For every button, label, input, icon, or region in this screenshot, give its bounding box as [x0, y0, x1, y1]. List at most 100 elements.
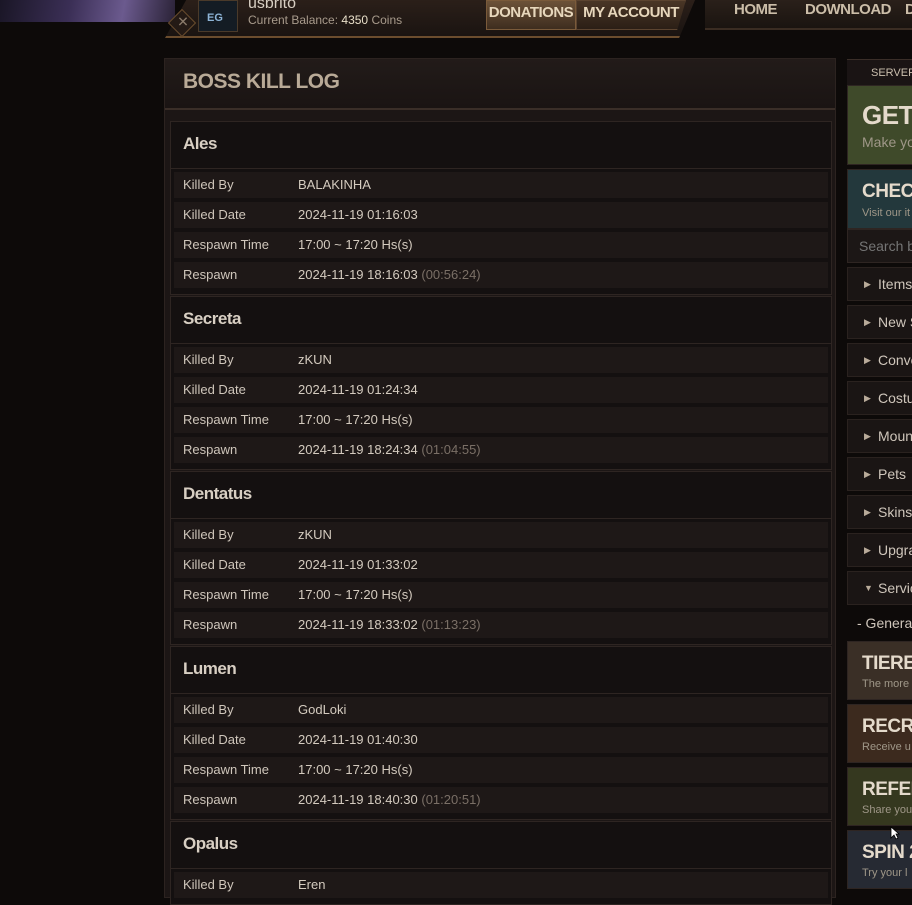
row-label: Killed Date: [174, 552, 291, 578]
row-label: Respawn Time: [174, 582, 291, 608]
my-account-button[interactable]: MY ACCOUNT: [576, 0, 686, 30]
caret-right-icon: ▶: [864, 355, 871, 365]
row-label: Respawn: [174, 612, 291, 638]
promo-recruit[interactable]: RECRUI Receive u: [847, 704, 912, 763]
sidebar-item-skins[interactable]: ▶ Skins: [847, 495, 912, 529]
row-label: Respawn: [174, 787, 291, 813]
caret-right-icon: ▶: [864, 393, 871, 403]
promo-spin[interactable]: SPIN 2 Try your l: [847, 830, 912, 889]
sidebar-item-label: New S: [878, 314, 912, 330]
sub-item-general[interactable]: - Genera: [857, 615, 912, 631]
sidebar-item-pets[interactable]: ▶ Pets: [847, 457, 912, 491]
promo-subtitle: Make yo: [862, 134, 912, 150]
row-value: 17:00 ~ 17:20 Hs(s): [289, 232, 828, 258]
row-value: 2024-11-19 18:24:34 (01:04:55): [289, 437, 828, 463]
mouse-cursor-icon: [890, 826, 900, 840]
balance-label: Current Balance:: [248, 13, 339, 27]
row-value: 2024-11-19 18:40:30 (01:20:51): [289, 787, 828, 813]
table-row: Killed Date 2024-11-19 01:24:34: [174, 377, 828, 403]
sidebar-item-conve[interactable]: ▶ Conve: [847, 343, 912, 377]
sidebar-item-label: Upgra: [878, 542, 912, 558]
table-row: Respawn 2024-11-19 18:33:02 (01:13:23): [174, 612, 828, 638]
promo-subtitle: Share you: [862, 804, 912, 816]
balance-unit: Coins: [371, 13, 403, 27]
header-artwork: [0, 0, 175, 22]
search-input[interactable]: [857, 237, 912, 255]
sidebar-item-moun[interactable]: ▶ Moun: [847, 419, 912, 453]
value-text: 2024-11-19 01:33:02: [298, 557, 418, 572]
sidebar-item-items[interactable]: ▶ Items: [847, 267, 912, 301]
row-label: Killed By: [174, 347, 291, 373]
value-text: Eren: [298, 877, 326, 892]
value-text: GodLoki: [298, 702, 347, 717]
caret-right-icon: ▶: [864, 507, 871, 517]
promo-subtitle: The more: [862, 678, 910, 690]
value-text: 2024-11-19 01:40:30: [298, 732, 418, 747]
boss-kill-log-panel: BOSS KILL LOG Ales Killed By BALAKINHA Kill…: [164, 58, 836, 905]
row-label: Killed Date: [174, 727, 291, 753]
nav-more[interactable]: D: [905, 1, 912, 18]
nav-home[interactable]: HOME: [734, 1, 778, 18]
promo-get-more[interactable]: GET M Make yo: [847, 85, 912, 165]
boss-header: Dentatus: [171, 472, 831, 519]
row-label: Killed By: [174, 872, 291, 898]
value-text: 2024-11-19 18:33:02: [298, 617, 418, 632]
boss-name: Opalus: [183, 834, 238, 853]
sidebar-item-costu[interactable]: ▶ Costu: [847, 381, 912, 415]
promo-title: TIERED: [862, 653, 912, 674]
promo-subtitle: Try your l: [862, 867, 908, 879]
table-row: Killed By zKUN: [174, 347, 828, 373]
sidebar-item-upgra[interactable]: ▶ Upgra: [847, 533, 912, 567]
sidebar-item-news[interactable]: ▶ New S: [847, 305, 912, 339]
promo-title: GET M: [862, 100, 912, 130]
boss-name: Secreta: [183, 309, 241, 328]
table-row: Killed By GodLoki: [174, 697, 828, 723]
row-value: 2024-11-19 18:16:03 (00:56:24): [289, 262, 828, 288]
value-text: 17:00 ~ 17:20 Hs(s): [298, 412, 413, 427]
sidebar-item-label: Moun: [878, 428, 912, 444]
boss-entry: Ales Killed By BALAKINHA Killed Date 2024-11…: [170, 121, 832, 295]
promo-title: CHECK: [862, 181, 912, 202]
server-tab[interactable]: SERVER: [847, 59, 912, 85]
username: usbrito: [248, 0, 297, 12]
sidebar-item-label: Skins: [878, 504, 912, 520]
row-label: Respawn: [174, 437, 291, 463]
value-text: 2024-11-19 01:16:03: [298, 207, 418, 222]
boss-entry: Dentatus Killed By zKUN Killed Date 2024-11-…: [170, 471, 832, 645]
current-balance: Current Balance: 4350 Coins: [248, 13, 402, 27]
promo-tiered[interactable]: TIERED The more: [847, 641, 912, 700]
row-value: 2024-11-19 18:33:02 (01:13:23): [289, 612, 828, 638]
promo-check[interactable]: CHECK Visit our it: [847, 169, 912, 229]
caret-right-icon: ▶: [864, 279, 871, 289]
donations-button[interactable]: DONATIONS: [486, 0, 576, 30]
respawn-countdown: (00:56:24): [421, 267, 481, 282]
row-value: Eren: [289, 872, 828, 898]
nav-download[interactable]: DOWNLOAD: [805, 1, 892, 18]
avatar[interactable]: EG: [198, 0, 238, 32]
sidebar-item-label: Items: [878, 276, 912, 292]
right-sidebar: SERVER GET M Make yo CHECK Visit our it …: [847, 58, 912, 896]
sidebar-item-label: Conve: [878, 352, 912, 368]
value-text: 17:00 ~ 17:20 Hs(s): [298, 587, 413, 602]
table-row: Respawn 2024-11-19 18:24:34 (01:04:55): [174, 437, 828, 463]
boss-header: Lumen: [171, 647, 831, 694]
boss-entry: Secreta Killed By zKUN Killed Date 2024-11-1…: [170, 296, 832, 470]
row-value: 2024-11-19 01:16:03: [289, 202, 828, 228]
caret-right-icon: ▶: [864, 469, 871, 479]
value-text: zKUN: [298, 352, 332, 367]
boss-name: Dentatus: [183, 484, 252, 503]
row-value: BALAKINHA: [289, 172, 828, 198]
promo-refer[interactable]: REFER C Share you: [847, 767, 912, 826]
promo-subtitle: Receive u: [862, 741, 911, 753]
row-value: 17:00 ~ 17:20 Hs(s): [289, 757, 828, 783]
row-value: 2024-11-19 01:24:34: [289, 377, 828, 403]
table-row: Killed Date 2024-11-19 01:33:02: [174, 552, 828, 578]
promo-title: RECRUI: [862, 716, 912, 737]
balance-amount: 4350: [341, 13, 369, 27]
value-text: 17:00 ~ 17:20 Hs(s): [298, 762, 413, 777]
boss-name: Ales: [183, 134, 217, 153]
sidebar-item-servic[interactable]: ▼ Servic: [847, 571, 912, 605]
row-label: Respawn Time: [174, 757, 291, 783]
row-value: 17:00 ~ 17:20 Hs(s): [289, 407, 828, 433]
row-value: 2024-11-19 01:33:02: [289, 552, 828, 578]
